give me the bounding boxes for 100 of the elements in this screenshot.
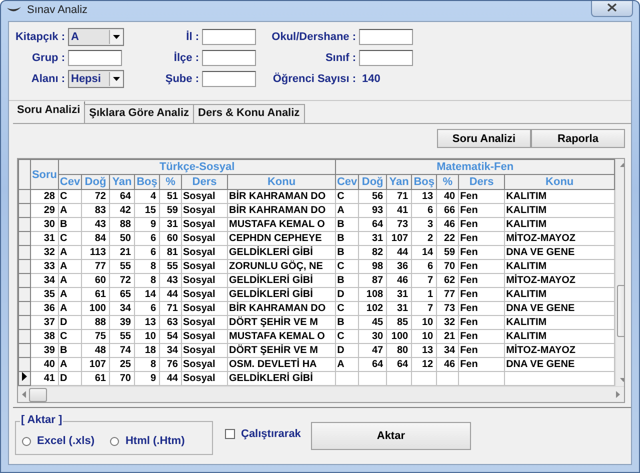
group-header: Matematik-Fen [336, 160, 615, 174]
table-cell: 30 [30, 218, 58, 232]
table-cell: Sosyal [182, 316, 228, 330]
table-cell: BİR KAHRAMAN DO [228, 190, 336, 204]
table-cell: GELDİKLERİ GİBİ [228, 372, 336, 386]
table-cell: 31 [358, 232, 387, 246]
table-cell: 45 [358, 316, 387, 330]
field-label: Kitapçık : [15, 31, 66, 43]
field-label: Sınıf : [324, 52, 357, 64]
column-header: Soru [30, 160, 58, 190]
field-label: Grup : [31, 52, 66, 64]
table-cell: 33 [30, 260, 58, 274]
table-cell: Sosyal [182, 190, 228, 204]
table-cell: Sosyal [182, 218, 228, 232]
column-header: Konu [228, 174, 336, 190]
column-header: Ders [182, 174, 228, 190]
scrollbar-thumb[interactable] [29, 388, 47, 402]
table-cell: MUSTAFA KEMAL O [228, 218, 336, 232]
field-label: Öğrenci Sayısı : [272, 73, 357, 85]
table-cell: BİR KAHRAMAN DO [228, 204, 336, 218]
table-cell: Sosyal [182, 288, 228, 302]
table-cell: 64 [358, 358, 387, 372]
table-cell: MİTOZ-MAYOZ [504, 274, 615, 288]
table-cell: ZORUNLU GÖÇ, NE [228, 260, 336, 274]
current-row-icon [22, 372, 27, 381]
table-cell: Sosyal [182, 344, 228, 358]
tab[interactable]: Ders & Konu Analiz [193, 104, 305, 123]
toolbar-button[interactable]: Soru Analizi [437, 129, 531, 148]
column-header: Boş [134, 174, 160, 190]
column-header: Doğ [358, 174, 387, 190]
table-cell: DNA VE GENE [504, 246, 615, 260]
table-cell: Fen [458, 246, 505, 260]
table-cell: 35 [30, 288, 58, 302]
table-cell: MUSTAFA KEMAL O [228, 330, 336, 344]
table-cell: Sosyal [182, 204, 228, 218]
close-button[interactable] [591, 1, 633, 17]
input-field[interactable] [359, 50, 413, 66]
radio-option[interactable]: Html (.Htm) [110, 435, 185, 447]
table-cell: 36 [30, 302, 58, 316]
input-field[interactable] [202, 29, 256, 45]
table-cell: 29 [30, 204, 58, 218]
table-cell: Fen [458, 204, 505, 218]
student-count: 140 [361, 73, 380, 85]
export-button[interactable]: Aktar [310, 422, 471, 450]
table-cell: Sosyal [182, 372, 228, 386]
scroll-right-icon[interactable] [616, 391, 620, 398]
dropdown[interactable]: Hepsi [68, 70, 124, 88]
table-cell: GELDİKLERİ GİBİ [228, 274, 336, 288]
tab[interactable]: Şıklara Göre Analiz [84, 104, 194, 123]
table-cell: KALITIM [504, 330, 615, 344]
input-field[interactable] [68, 50, 122, 66]
close-icon [607, 3, 617, 12]
table-cell: 82 [358, 246, 387, 260]
radio-option[interactable]: Excel (.xls) [22, 435, 94, 447]
dropdown[interactable]: A [68, 28, 124, 46]
column-header: Konu [504, 174, 615, 190]
horizontal-scrollbar[interactable] [18, 386, 624, 402]
table-cell: Fen [458, 316, 505, 330]
column-header: Ders [458, 174, 505, 190]
checkbox[interactable]: Çalıştırarak [225, 428, 301, 440]
table-cell: 43 [82, 218, 110, 232]
column-header: Yan [110, 174, 134, 190]
table-cell: Fen [458, 218, 505, 232]
table-cell: 41 [30, 372, 58, 386]
table-cell: 56 [358, 190, 387, 204]
table-cell: Sosyal [182, 232, 228, 246]
scroll-left-icon[interactable] [22, 391, 26, 398]
table-cell: 87 [358, 274, 387, 288]
table-cell: GELDİKLERİ GİBİ [228, 246, 336, 260]
table-cell: KALITIM [504, 204, 615, 218]
table-cell: DNA VE GENE [504, 358, 615, 372]
table-cell: 107 [82, 358, 110, 372]
table-cell: Sosyal [182, 246, 228, 260]
table-cell: 88 [82, 316, 110, 330]
table-cell: 113 [82, 246, 110, 260]
column-header: Doğ [82, 174, 110, 190]
table-cell: 37 [30, 316, 58, 330]
table-cell: Sosyal [182, 330, 228, 344]
table-cell: Sosyal [182, 358, 228, 372]
table-cell: 38 [30, 330, 58, 344]
app-icon [7, 6, 21, 14]
table-cell: DNA VE GENE [504, 302, 615, 316]
field-label: İl : [185, 31, 200, 43]
input-field[interactable] [202, 50, 256, 66]
table-cell: Fen [458, 288, 505, 302]
table-cell: 75 [82, 330, 110, 344]
table-cell: Fen [458, 232, 505, 246]
toolbar-button[interactable]: Raporla [531, 129, 625, 148]
input-field[interactable] [202, 71, 256, 87]
table-cell: 30 [358, 330, 387, 344]
input-field[interactable] [359, 29, 413, 45]
table-cell: GELDİKLERİ GİBİ [228, 288, 336, 302]
caret-icon [113, 35, 120, 39]
table-cell: OSM. DEVLETİ HA [228, 358, 336, 372]
table-cell: Sosyal [182, 302, 228, 316]
caret-icon [113, 77, 120, 81]
table-cell: KALITIM [504, 260, 615, 274]
column-header: Yan [386, 174, 412, 190]
table-cell: BİR KAHRAMAN DO [228, 302, 336, 316]
table-cell: 64 [358, 218, 387, 232]
